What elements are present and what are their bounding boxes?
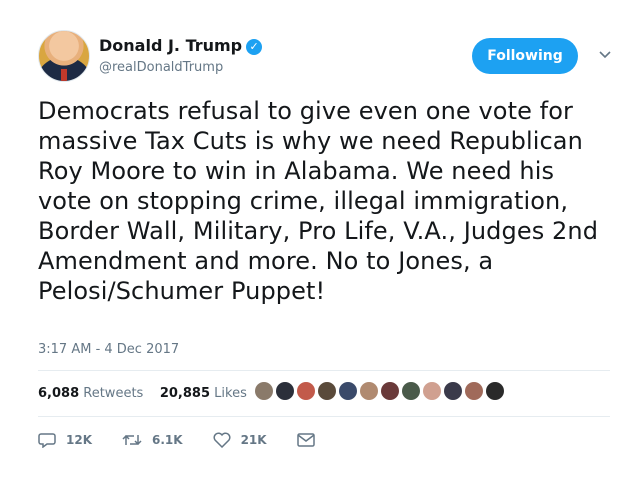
engagement-stats: 6,088 Retweets 20,885 Likes <box>38 386 247 401</box>
liker-avatar[interactable] <box>444 382 462 400</box>
retweet-icon <box>122 434 142 446</box>
user-handle[interactable]: @realDonaldTrump <box>99 60 223 75</box>
reply-icon <box>38 433 56 448</box>
likes-stat[interactable]: 20,885 Likes <box>160 386 247 401</box>
verified-icon: ✓ <box>246 39 263 55</box>
liker-avatar[interactable] <box>381 382 399 400</box>
retweets-label: Retweets <box>83 386 144 401</box>
likes-count: 20,885 <box>159 386 211 401</box>
chevron-down-icon[interactable] <box>598 48 612 62</box>
liker-avatar[interactable] <box>402 382 420 400</box>
liker-avatar[interactable] <box>339 382 357 400</box>
divider <box>38 416 610 417</box>
liker-avatar[interactable] <box>276 382 294 400</box>
action-bar: 12K 6.1K 21K <box>38 432 355 448</box>
liker-avatar[interactable] <box>486 382 504 400</box>
tweet-timestamp[interactable]: 3:17 AM - 4 Dec 2017 <box>38 342 179 357</box>
like-count: 21K <box>240 433 267 447</box>
display-name-text[interactable]: Donald J. Trump <box>99 36 242 55</box>
liker-avatars[interactable] <box>255 382 504 400</box>
retweets-count: 6,088 <box>38 386 80 401</box>
liker-avatar[interactable] <box>297 382 315 400</box>
direct-message-button[interactable] <box>296 433 325 447</box>
reply-count: 12K <box>66 433 92 447</box>
tweet-text: Democrats refusal to give even one vote … <box>38 97 599 305</box>
likes-label: Likes <box>214 386 247 401</box>
liker-avatar[interactable] <box>318 382 336 400</box>
reply-button[interactable]: 12K <box>38 432 92 448</box>
like-button[interactable]: 21K <box>213 432 267 448</box>
retweet-button[interactable]: 6.1K <box>122 432 183 448</box>
avatar[interactable] <box>38 30 90 82</box>
retweets-stat[interactable]: 6,088 Retweets <box>38 386 143 401</box>
divider <box>38 370 610 371</box>
display-name[interactable]: Donald J. Trump ✓ <box>99 36 263 55</box>
liker-avatar[interactable] <box>360 382 378 400</box>
mail-icon <box>296 433 315 447</box>
following-button[interactable]: Following <box>472 38 578 74</box>
liker-avatar[interactable] <box>423 382 441 400</box>
liker-avatar[interactable] <box>465 382 483 400</box>
retweet-count: 6.1K <box>152 433 183 447</box>
liker-avatar[interactable] <box>255 382 273 400</box>
heart-icon <box>213 432 231 448</box>
